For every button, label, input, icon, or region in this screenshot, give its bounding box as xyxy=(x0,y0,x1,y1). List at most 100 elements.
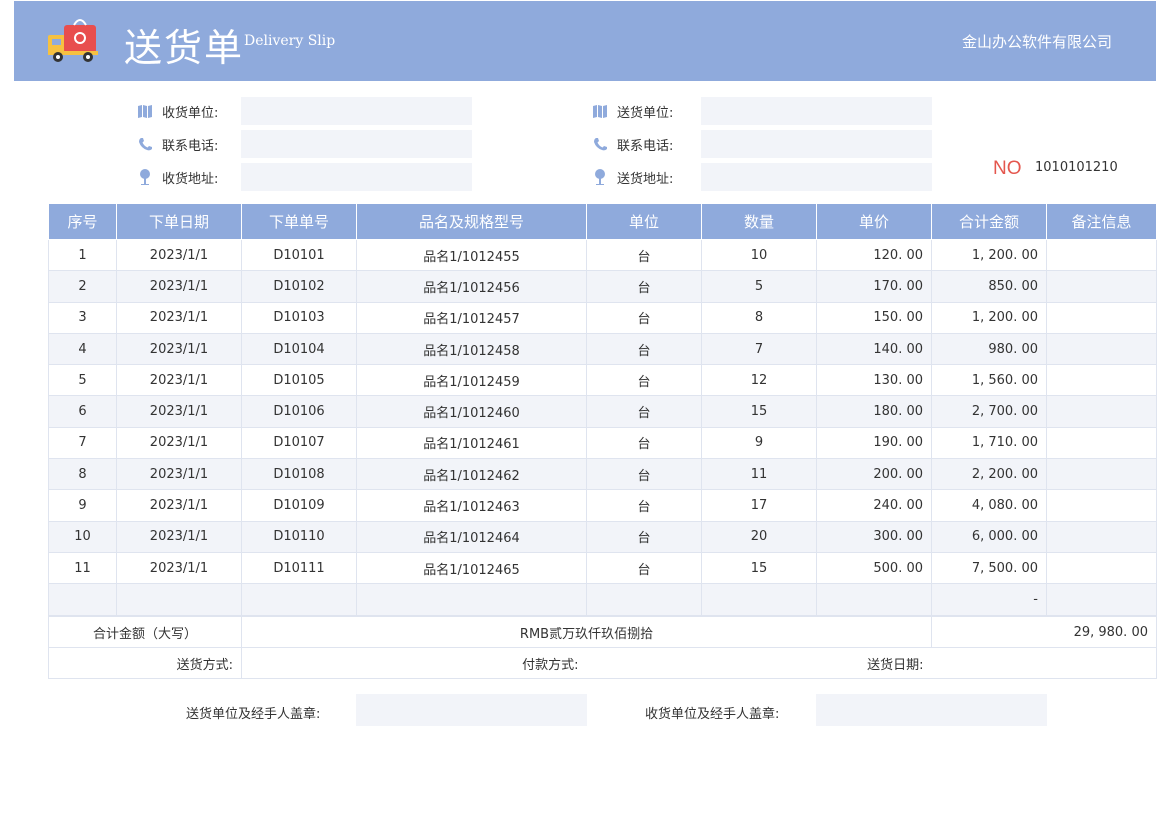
table-cell[interactable]: 5 xyxy=(48,364,117,397)
table-cell[interactable]: 300. 00 xyxy=(816,520,932,553)
table-cell[interactable] xyxy=(1046,426,1157,460)
table-cell[interactable]: 5 xyxy=(701,270,817,303)
table-cell[interactable] xyxy=(1046,270,1157,303)
table-cell[interactable]: 1, 200. 00 xyxy=(931,238,1047,272)
table-cell[interactable] xyxy=(1046,238,1157,272)
table-cell[interactable]: 品名1/1012457 xyxy=(356,301,587,334)
table-cell[interactable]: 2023/1/1 xyxy=(116,238,242,272)
table-cell[interactable]: 品名1/1012455 xyxy=(356,238,587,272)
table-cell[interactable]: 1, 710. 00 xyxy=(931,426,1047,460)
table-cell[interactable]: 2023/1/1 xyxy=(116,426,242,460)
table-cell[interactable]: 4, 080. 00 xyxy=(931,489,1047,522)
table-cell[interactable] xyxy=(1046,364,1157,397)
table-cell[interactable]: 台 xyxy=(586,270,702,303)
table-cell[interactable]: 台 xyxy=(586,551,702,585)
table-cell[interactable]: 台 xyxy=(586,301,702,334)
table-cell[interactable]: 品名1/1012460 xyxy=(356,395,587,428)
table-cell[interactable]: 140. 00 xyxy=(816,332,932,366)
receiver-seal-field[interactable] xyxy=(816,694,1047,726)
table-cell[interactable]: 2023/1/1 xyxy=(116,551,242,585)
table-cell[interactable]: 台 xyxy=(586,364,702,397)
table-cell[interactable] xyxy=(356,583,587,616)
table-cell[interactable] xyxy=(48,583,117,616)
table-cell[interactable]: 12 xyxy=(701,364,817,397)
table-cell[interactable]: 台 xyxy=(586,395,702,428)
table-cell[interactable]: D10111 xyxy=(241,551,357,585)
payment-method-value[interactable] xyxy=(586,647,702,679)
table-cell[interactable]: 17 xyxy=(701,489,817,522)
table-cell[interactable]: 台 xyxy=(586,332,702,366)
table-cell[interactable]: 品名1/1012458 xyxy=(356,332,587,366)
table-cell[interactable]: 500. 00 xyxy=(816,551,932,585)
table-cell[interactable]: 2023/1/1 xyxy=(116,489,242,522)
table-cell[interactable]: 130. 00 xyxy=(816,364,932,397)
table-cell[interactable]: 台 xyxy=(586,520,702,553)
table-cell[interactable]: 1, 560. 00 xyxy=(931,364,1047,397)
table-cell[interactable]: 台 xyxy=(586,489,702,522)
table-cell[interactable] xyxy=(1046,583,1157,616)
delivery-method-value[interactable] xyxy=(241,647,357,679)
table-cell[interactable]: 2023/1/1 xyxy=(116,332,242,366)
table-cell[interactable]: 品名1/1012463 xyxy=(356,489,587,522)
table-cell[interactable]: 980. 00 xyxy=(931,332,1047,366)
sender-seal-field[interactable] xyxy=(356,694,587,726)
table-cell[interactable]: D10109 xyxy=(241,489,357,522)
table-cell[interactable]: 7 xyxy=(701,332,817,366)
receiver-phone-field[interactable] xyxy=(241,130,472,158)
table-cell[interactable]: 品名1/1012462 xyxy=(356,458,587,491)
sender-unit-field[interactable] xyxy=(701,97,932,125)
table-cell[interactable]: - xyxy=(931,583,1047,616)
table-cell[interactable]: 2023/1/1 xyxy=(116,458,242,491)
table-cell[interactable] xyxy=(701,583,817,616)
table-cell[interactable] xyxy=(1046,458,1157,491)
table-cell[interactable]: 15 xyxy=(701,551,817,585)
sender-address-field[interactable] xyxy=(701,163,932,191)
table-cell[interactable]: 2023/1/1 xyxy=(116,270,242,303)
table-cell[interactable]: 11 xyxy=(701,458,817,491)
table-cell[interactable]: D10104 xyxy=(241,332,357,366)
table-cell[interactable] xyxy=(816,583,932,616)
table-cell[interactable]: D10106 xyxy=(241,395,357,428)
table-cell[interactable]: 台 xyxy=(586,458,702,491)
table-cell[interactable] xyxy=(1046,551,1157,585)
table-cell[interactable]: 品名1/1012459 xyxy=(356,364,587,397)
table-cell[interactable]: 8 xyxy=(701,301,817,334)
table-cell[interactable]: D10110 xyxy=(241,520,357,553)
table-cell[interactable]: 台 xyxy=(586,426,702,460)
table-cell[interactable]: 10 xyxy=(48,520,117,553)
table-cell[interactable]: D10108 xyxy=(241,458,357,491)
table-cell[interactable] xyxy=(241,583,357,616)
table-cell[interactable]: 2023/1/1 xyxy=(116,520,242,553)
receiver-address-field[interactable] xyxy=(241,163,472,191)
table-cell[interactable]: 2, 200. 00 xyxy=(931,458,1047,491)
table-cell[interactable]: 150. 00 xyxy=(816,301,932,334)
table-cell[interactable]: 2023/1/1 xyxy=(116,364,242,397)
table-cell[interactable]: D10101 xyxy=(241,238,357,272)
table-cell[interactable]: D10102 xyxy=(241,270,357,303)
table-cell[interactable]: 2023/1/1 xyxy=(116,395,242,428)
table-cell[interactable]: 9 xyxy=(48,489,117,522)
table-cell[interactable]: 8 xyxy=(48,458,117,491)
table-cell[interactable]: 2 xyxy=(48,270,117,303)
table-cell[interactable] xyxy=(1046,395,1157,428)
table-cell[interactable]: 台 xyxy=(586,238,702,272)
table-cell[interactable]: 品名1/1012465 xyxy=(356,551,587,585)
table-cell[interactable]: D10107 xyxy=(241,426,357,460)
table-cell[interactable] xyxy=(1046,489,1157,522)
table-cell[interactable]: 7 xyxy=(48,426,117,460)
table-cell[interactable]: 20 xyxy=(701,520,817,553)
table-cell[interactable]: 10 xyxy=(701,238,817,272)
table-cell[interactable]: 2023/1/1 xyxy=(116,301,242,334)
table-cell[interactable]: 6 xyxy=(48,395,117,428)
table-cell[interactable] xyxy=(1046,520,1157,553)
table-cell[interactable]: 2, 700. 00 xyxy=(931,395,1047,428)
table-cell[interactable] xyxy=(116,583,242,616)
table-cell[interactable] xyxy=(1046,301,1157,334)
table-cell[interactable]: 3 xyxy=(48,301,117,334)
table-cell[interactable]: 1 xyxy=(48,238,117,272)
table-cell[interactable]: 15 xyxy=(701,395,817,428)
table-cell[interactable]: 240. 00 xyxy=(816,489,932,522)
table-cell[interactable]: 6, 000. 00 xyxy=(931,520,1047,553)
table-cell[interactable]: 品名1/1012464 xyxy=(356,520,587,553)
table-cell[interactable]: 180. 00 xyxy=(816,395,932,428)
